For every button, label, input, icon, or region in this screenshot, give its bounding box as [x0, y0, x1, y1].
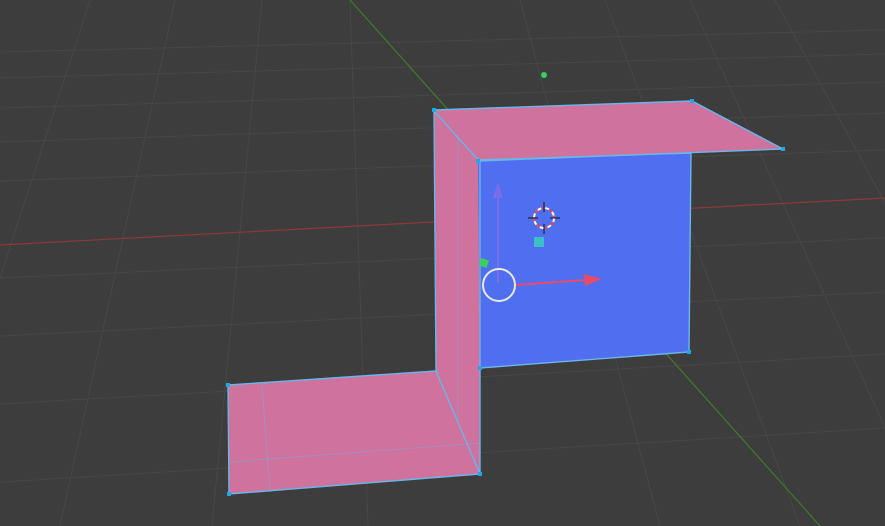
mesh-vertex[interactable]	[687, 350, 691, 354]
mesh-face-active[interactable]	[478, 153, 691, 368]
mesh-vertex[interactable]	[478, 472, 482, 476]
mesh-vertex[interactable]	[690, 99, 694, 103]
mesh-vertex[interactable]	[781, 147, 785, 151]
viewport-canvas[interactable]	[0, 0, 885, 526]
mesh-vertex[interactable]	[476, 159, 480, 163]
mesh-vertex[interactable]	[226, 383, 230, 387]
mesh-vertex[interactable]	[432, 108, 436, 112]
light-dot-icon[interactable]	[541, 72, 547, 78]
mesh-vertex[interactable]	[227, 492, 231, 496]
3d-viewport[interactable]	[0, 0, 885, 526]
mesh-vertex[interactable]	[478, 366, 482, 370]
gizmo-center-handle-icon[interactable]	[534, 237, 544, 247]
